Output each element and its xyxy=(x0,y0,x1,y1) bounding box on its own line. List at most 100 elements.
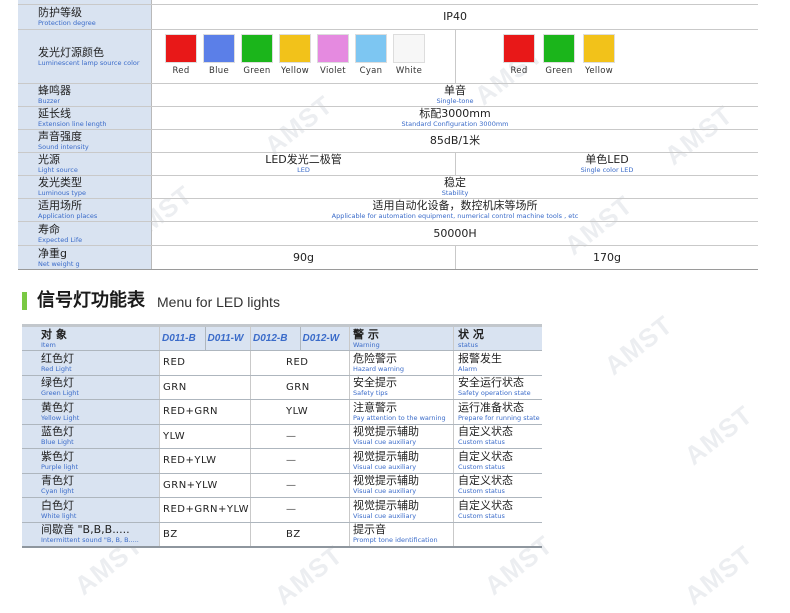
status-en: Custom status xyxy=(458,511,505,520)
row-d012: GRN xyxy=(251,375,350,399)
label-zh: 发光类型 xyxy=(38,176,82,189)
row-d011: GRN+YLW xyxy=(160,473,251,497)
color-swatch-label: Green xyxy=(243,66,271,76)
warning-zh: 提示音 xyxy=(353,523,386,537)
header-models-d011: D011-B D011-W xyxy=(160,327,251,350)
color-swatch-item: Cyan xyxy=(353,34,389,76)
label-zh: 寿命 xyxy=(38,222,60,236)
section-title-en: Menu for LED lights xyxy=(157,294,280,310)
status-en: Custom status xyxy=(458,438,505,447)
watermark: AMST xyxy=(598,309,679,381)
spec-label-extension: 延长线 Extension line length xyxy=(18,107,152,129)
d012-value: RED xyxy=(286,357,309,369)
header-warning: 警 示 Warning xyxy=(350,327,454,350)
d012-value: GRN xyxy=(286,381,310,393)
row-status: 安全运行状态 Safety operation state xyxy=(454,376,542,400)
label-zh: 防护等级 xyxy=(38,6,82,19)
row-item: 紫色灯 Purple light xyxy=(22,449,160,473)
label-en: Expected Life xyxy=(38,235,83,244)
label-en: Protection degree xyxy=(38,19,96,27)
color-swatch-item: Red xyxy=(163,34,199,76)
color-swatch-item: Yellow xyxy=(581,34,617,76)
spec-label-luminous-type: 发光类型 Luminous type xyxy=(18,176,152,198)
label-zh: 适用场所 xyxy=(38,199,82,212)
model-label: D012-B xyxy=(251,327,301,350)
warning-zh: 视觉提示辅助 xyxy=(353,449,419,463)
label-zh: 延长线 xyxy=(38,107,71,120)
spec-row-light-source: 光源 Light source LED发光二极管 LED 单色LED Singl… xyxy=(18,153,758,176)
row-d011: RED+GRN xyxy=(160,400,251,424)
label-en: Luminescent lamp source color xyxy=(38,58,140,67)
status-en: Custom status xyxy=(458,462,505,471)
title-accent-bar xyxy=(22,292,27,310)
value-zh: 单色LED xyxy=(585,153,629,166)
table-row: 蓝色灯 Blue Light YLW — 视觉提示辅助 Visual cue auxili… xyxy=(22,424,542,449)
label-en: Extension line length xyxy=(38,120,107,128)
spec-value-life: 50000H xyxy=(152,222,758,245)
row-warning: 视觉提示辅助 Visual cue auxiliary xyxy=(350,449,454,473)
item-zh: 间歇音 "B,B,B..... xyxy=(41,523,130,537)
warning-en: Pay attention to the warning xyxy=(353,413,446,422)
row-d012: — xyxy=(251,473,350,497)
spec-table: 防护等级 Protection degree IP40 发光灯源颜色 Lumin… xyxy=(18,0,758,270)
label-en: Luminous type xyxy=(38,189,86,197)
function-table: 对 象 Item D011-B D011-W D012-B D012-W 警 示… xyxy=(22,324,542,548)
model-label: D011-B xyxy=(160,327,206,350)
header-item-en: Item xyxy=(41,340,56,349)
lamp-color-values: Red Blue Green Yellow Violet Cyan White Red Gre… xyxy=(152,30,758,83)
model-label: D012-W xyxy=(302,333,340,344)
status-zh: 运行准备状态 xyxy=(458,400,524,414)
color-swatch-label: Blue xyxy=(208,66,229,76)
row-d012: — xyxy=(251,424,350,448)
value-text: IP40 xyxy=(443,10,467,23)
color-swatch-label: Cyan xyxy=(359,66,383,76)
spec-row-buzzer: 蜂鸣器 Buzzer 单音 Single-tone xyxy=(18,84,758,107)
row-d012: — xyxy=(251,498,350,522)
value-text: 50000H xyxy=(433,226,477,240)
status-en: Safety operation state xyxy=(458,389,531,398)
color-swatch xyxy=(241,34,273,63)
item-en: Cyan light xyxy=(41,487,74,496)
row-item: 黄色灯 Yellow Light xyxy=(22,400,160,424)
spec-label-lamp-color: 发光灯源颜色 Luminescent lamp source color xyxy=(18,30,152,83)
status-zh: 自定义状态 xyxy=(458,474,513,488)
value-en: LED xyxy=(297,166,310,174)
table-row: 黄色灯 Yellow Light RED+GRN YLW 注意警示 Pay attenti… xyxy=(22,400,542,425)
row-item: 蓝色灯 Blue Light xyxy=(22,424,160,448)
d011-value: BZ xyxy=(163,528,178,540)
label-en: Net weight g xyxy=(38,259,80,268)
row-status: 自定义状态 Custom status xyxy=(454,425,542,449)
d011-value: GRN xyxy=(163,381,187,393)
row-warning: 视觉提示辅助 Visual cue auxiliary xyxy=(350,498,454,522)
color-swatch-label: Red xyxy=(172,66,190,76)
header-status-en: status xyxy=(458,340,478,349)
weight-values: 90g 170g xyxy=(152,246,758,269)
label-zh: 光源 xyxy=(38,153,60,166)
spec-partial-value xyxy=(152,0,758,4)
row-status xyxy=(454,523,542,547)
table-row: 青色灯 Cyan light GRN+YLW — 视觉提示辅助 Visual cue au… xyxy=(22,473,542,498)
warning-en: Safety tips xyxy=(353,389,388,398)
item-zh: 红色灯 xyxy=(41,351,74,365)
color-swatch-item: Blue xyxy=(201,34,237,76)
header-status-zh: 状 况 xyxy=(458,327,484,341)
row-d011: RED+YLW xyxy=(160,449,251,473)
watermark: AMST xyxy=(268,539,349,611)
d011-value: RED+YLW xyxy=(163,455,217,467)
warning-en: Visual cue auxiliary xyxy=(353,462,417,471)
spec-label-weight: 净重g Net weight g xyxy=(18,246,152,269)
value-zh: 适用自动化设备，数控机床等场所 xyxy=(372,199,538,212)
label-zh: 声音强度 xyxy=(38,130,82,143)
color-swatch-label: White xyxy=(395,66,423,76)
spec-row-life: 寿命 Expected Life 50000H xyxy=(18,222,758,246)
d012-value: YLW xyxy=(286,406,309,418)
value-text: 90g xyxy=(293,250,314,264)
label-en: Light source xyxy=(38,166,78,174)
header-item-zh: 对 象 xyxy=(41,327,67,341)
light-source-right: 单色LED Single color LED xyxy=(456,153,758,175)
spec-label-life: 寿命 Expected Life xyxy=(18,222,152,245)
spec-row-sound: 声音强度 Sound intensity 85dB/1米 xyxy=(18,130,758,153)
color-swatch-label: Green xyxy=(545,66,573,76)
weight-left: 90g xyxy=(152,246,456,269)
color-swatch-label: Yellow xyxy=(281,66,309,76)
